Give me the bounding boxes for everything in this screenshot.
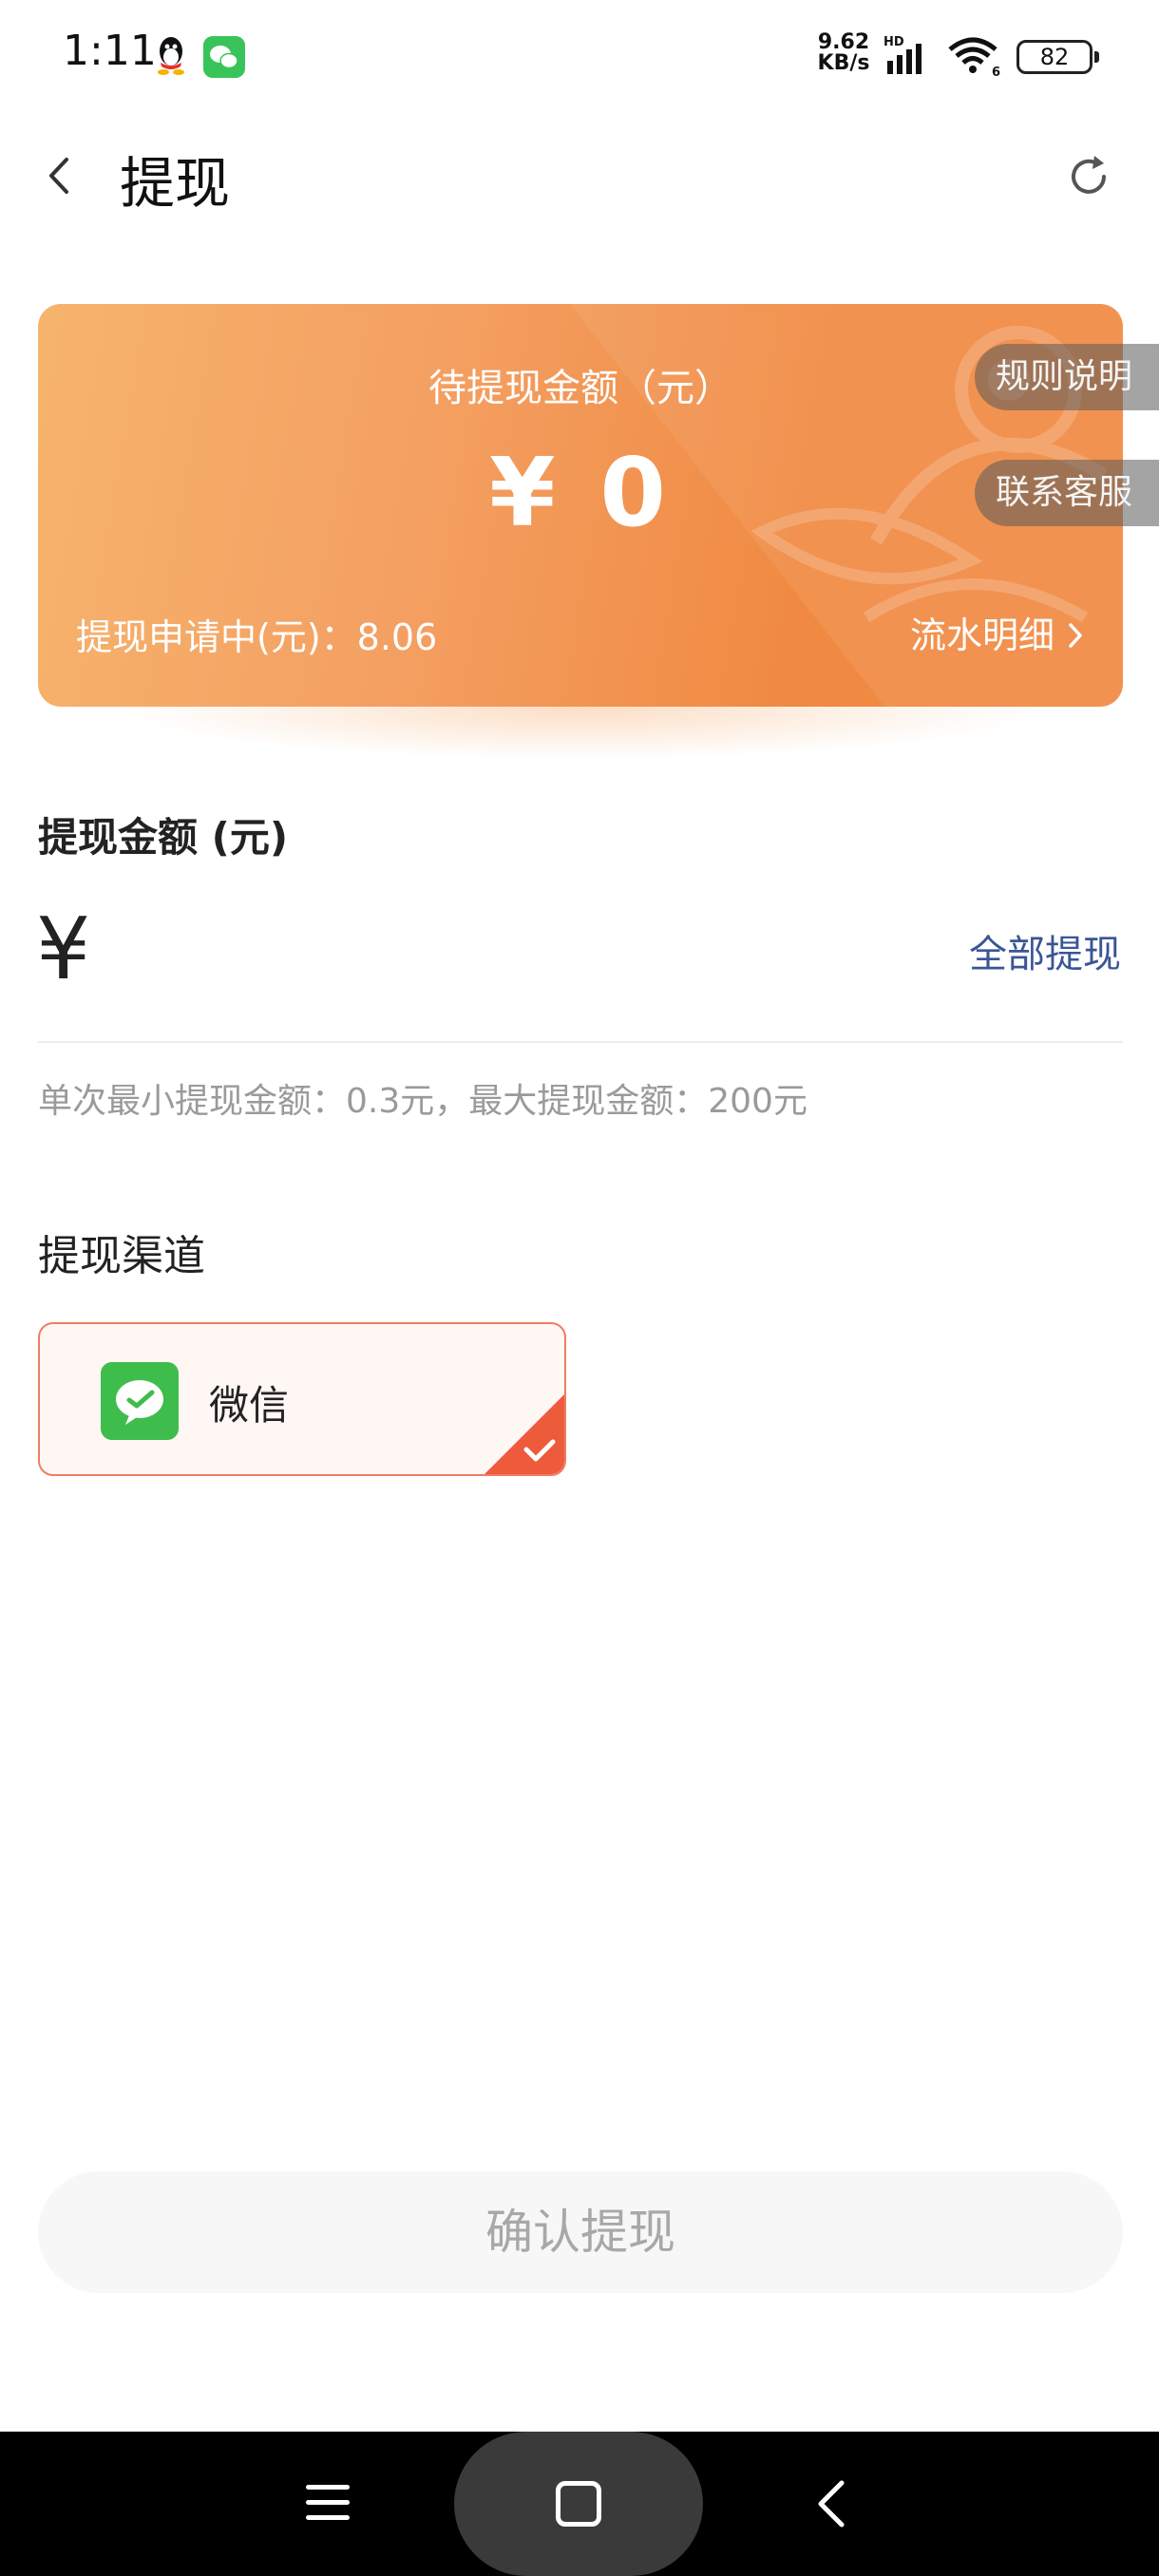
rules-button[interactable]: 规则说明: [975, 344, 1159, 410]
withdraw-amount-input[interactable]: [114, 910, 912, 995]
withdraw-in-progress-text: 提现申请中(元)：8.06: [76, 616, 438, 658]
header: 提现: [0, 114, 1159, 237]
qq-icon: [158, 37, 184, 75]
network-badge: HD: [884, 35, 904, 49]
withdraw-all-button[interactable]: 全部提现: [969, 923, 1121, 978]
transaction-detail-link[interactable]: 流水明细: [910, 606, 1085, 658]
page-title: 提现: [120, 151, 231, 216]
withdraw-amount-title: 提现金额 (元): [38, 814, 289, 861]
status-time: 1:11: [63, 27, 157, 75]
status-bar: 1:11 9.62 KB/s HD 6 82: [0, 0, 1159, 114]
battery-indicator: 82: [1016, 40, 1099, 74]
wechat-icon: [101, 1362, 179, 1440]
amount-divider: [38, 1041, 1123, 1043]
chevron-left-icon[interactable]: [38, 150, 86, 201]
system-nav-bar: [0, 2432, 1159, 2576]
signal-icon: HD: [884, 35, 922, 74]
withdraw-channel-title: 提现渠道: [38, 1232, 205, 1280]
transaction-detail-label: 流水明细: [909, 615, 1054, 656]
wifi-icon: 6: [948, 37, 1000, 78]
pending-balance-amount: ¥ 0: [489, 437, 672, 548]
nav-back-icon[interactable]: [815, 2479, 847, 2529]
contact-service-button[interactable]: 联系客服: [975, 460, 1159, 526]
menu-icon[interactable]: [304, 2481, 352, 2525]
home-square-icon: [556, 2481, 601, 2527]
net-speed: 9.62 KB/s: [817, 30, 870, 75]
channel-option-label: 微信: [209, 1382, 290, 1429]
wechat-status-icon: [203, 36, 245, 78]
confirm-withdraw-button[interactable]: 确认提现: [38, 2171, 1123, 2293]
refresh-icon[interactable]: [1062, 150, 1115, 203]
chevron-right-icon: [1069, 623, 1082, 648]
withdraw-limit-hint: 单次最小提现金额：0.3元，最大提现金额：200元: [38, 1082, 808, 1121]
wifi-badge: 6: [992, 66, 1000, 78]
currency-symbol: ¥: [36, 900, 91, 999]
pending-balance-label: 待提现金额（元）: [428, 367, 732, 410]
balance-card: 待提现金额（元） ¥ 0 提现申请中(元)：8.06 流水明细: [38, 304, 1123, 707]
channel-option-wechat[interactable]: 微信: [38, 1322, 566, 1476]
checkmark-icon: [484, 1394, 564, 1474]
